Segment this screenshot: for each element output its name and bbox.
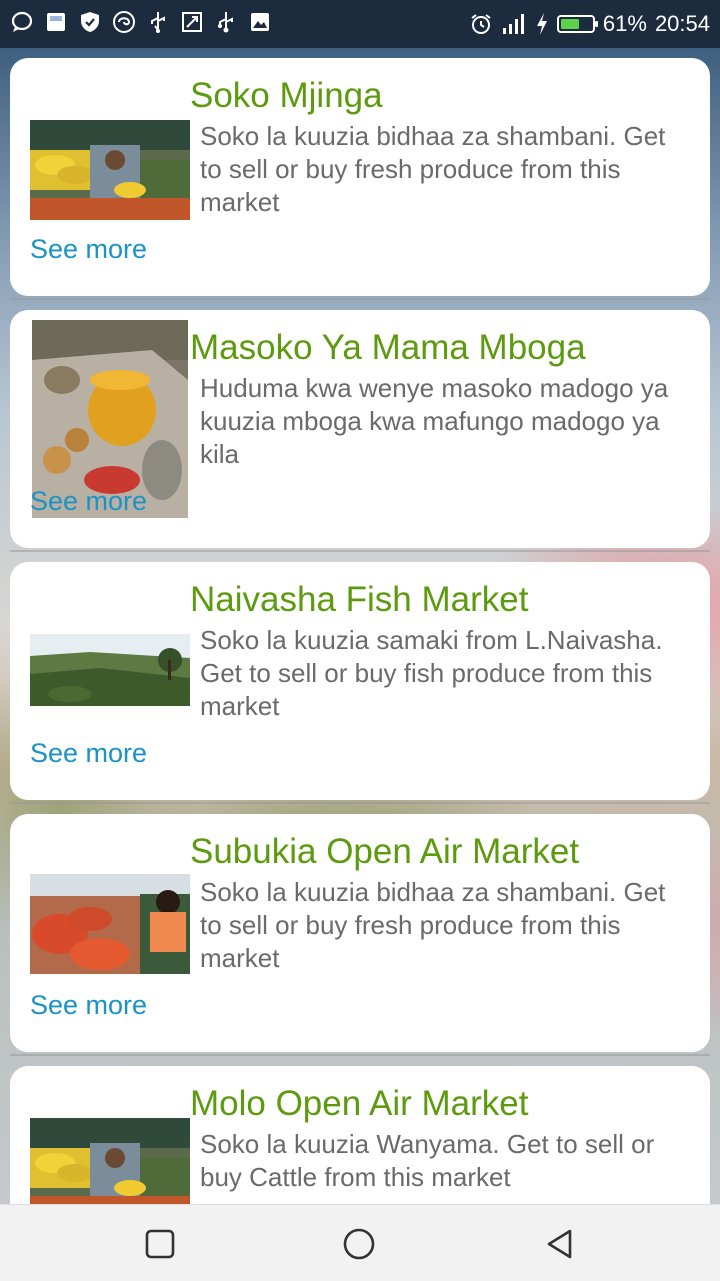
market-card[interactable]: Subukia Open Air Market Soko la kuuzia b… <box>10 814 710 1052</box>
status-left-icons <box>10 10 272 34</box>
status-right-group: 61% 20:54 <box>469 0 710 48</box>
usb-icon <box>151 12 165 33</box>
market-card[interactable]: Soko Mjinga Soko la kuuzia bidhaa za sha… <box>10 58 710 296</box>
market-title: Molo Open Air Market <box>190 1084 529 1123</box>
clock: 20:54 <box>654 11 710 36</box>
see-more-link[interactable]: See more <box>30 990 147 1021</box>
market-title: Soko Mjinga <box>190 76 383 115</box>
divider <box>10 298 710 300</box>
market-image <box>30 874 190 974</box>
notification-square-icon <box>47 13 65 31</box>
market-description: Soko la kuuzia bidhaa za shambani. Get t… <box>200 877 666 973</box>
battery-level <box>560 19 579 29</box>
market-description: Soko la kuuzia Wanyama. Get to sell or b… <box>200 1129 655 1192</box>
market-title: Subukia Open Air Market <box>190 832 580 871</box>
battery-icon <box>556 15 598 33</box>
signal-icon <box>502 14 524 34</box>
divider <box>10 802 710 804</box>
divider <box>10 1054 710 1056</box>
status-bar: 61% 20:54 <box>0 0 720 48</box>
market-title: Naivasha Fish Market <box>190 580 529 619</box>
usb-debug-icon <box>218 12 233 33</box>
battery-percent: 61% <box>602 11 647 36</box>
see-more-link[interactable]: See more <box>30 234 147 265</box>
navigation-bar <box>0 1204 720 1281</box>
market-title: Masoko Ya Mama Mboga <box>190 328 586 367</box>
see-more-link[interactable]: See more <box>30 486 147 517</box>
market-description: Huduma kwa wenye masoko madogo ya kuuzia… <box>200 373 669 469</box>
divider <box>10 550 710 552</box>
screenshot-icon <box>182 12 202 32</box>
app-swirl-icon <box>113 11 135 33</box>
see-more-link[interactable]: See more <box>30 738 147 769</box>
market-card[interactable]: Naivasha Fish Market Soko la kuuzia sama… <box>10 562 710 800</box>
market-image <box>30 1118 190 1204</box>
market-image <box>30 634 190 706</box>
charging-bolt-icon <box>536 13 547 35</box>
market-image <box>30 120 190 226</box>
market-card[interactable]: Masoko Ya Mama Mboga Huduma kwa wenye ma… <box>10 310 710 548</box>
image-icon <box>251 13 269 31</box>
triangle-back-icon[interactable] <box>543 1227 577 1261</box>
square-recents-icon[interactable] <box>143 1227 177 1261</box>
circle-home-icon[interactable] <box>342 1227 376 1261</box>
shield-check-icon <box>81 12 99 32</box>
market-list[interactable]: Soko Mjinga Soko la kuuzia bidhaa za sha… <box>0 48 720 1204</box>
alarm-icon <box>471 14 491 34</box>
chat-bubble-icon <box>11 11 33 32</box>
market-description: Soko la kuuzia bidhaa za shambani. Get t… <box>200 121 666 217</box>
market-card[interactable]: Molo Open Air Market Soko la kuuzia Wany… <box>10 1066 710 1204</box>
market-description: Soko la kuuzia samaki from L.Naivasha. G… <box>200 625 663 721</box>
